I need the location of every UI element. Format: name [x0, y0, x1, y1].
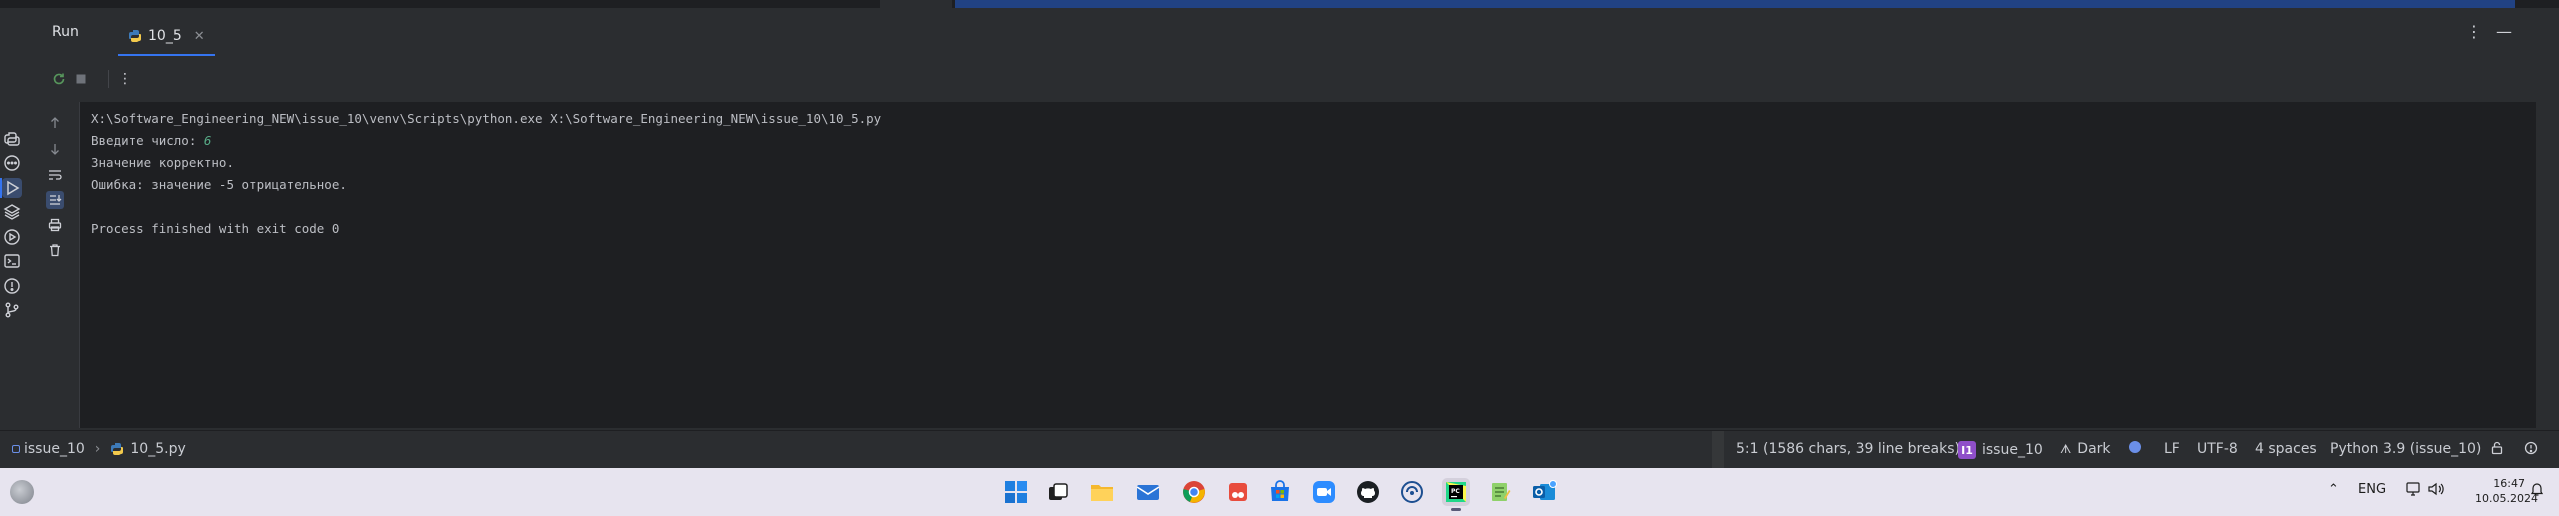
console-scrollbar[interactable] — [2520, 102, 2536, 428]
layers-icon[interactable] — [2, 202, 22, 222]
python-file-icon — [129, 30, 141, 42]
user-input-value: 6 — [203, 133, 212, 148]
python-packages-icon[interactable] — [2, 129, 22, 149]
theme-icon: ᗑ — [2060, 441, 2072, 456]
line-separator[interactable]: LF — [2164, 441, 2180, 457]
editor-gutter — [880, 0, 952, 8]
clock-date: 10.05.2024 — [2475, 492, 2538, 505]
breadcrumb-project[interactable]: issue_10 — [24, 441, 85, 457]
status-bar: issue_10 › 10_5.py 5:1 (1586 chars, 39 l… — [0, 430, 2559, 469]
indent-setting[interactable]: 4 spaces — [2255, 441, 2317, 457]
console-line: Process finished with exit code 0 — [91, 221, 340, 236]
notification-center-icon[interactable] — [2530, 482, 2544, 500]
services-icon[interactable] — [2, 227, 22, 247]
python-file-icon — [111, 443, 124, 455]
close-icon[interactable]: ✕ — [194, 29, 205, 44]
file-encoding[interactable]: UTF-8 — [2197, 441, 2238, 457]
display-icon[interactable] — [2406, 482, 2422, 500]
toolbar-more-icon[interactable]: ⋮ — [116, 70, 134, 88]
lock-icon[interactable] — [2490, 441, 2504, 455]
editor-peek — [0, 0, 2559, 8]
status-separator — [1712, 431, 1724, 469]
module-icon — [12, 445, 20, 453]
console-line: Значение корректно. — [91, 155, 234, 170]
caret-position[interactable]: 5:1 (1586 chars, 39 line breaks) — [1736, 441, 1960, 457]
volume-icon[interactable] — [2428, 482, 2444, 500]
github-icon[interactable] — [1354, 478, 1382, 506]
svg-text:PC: PC — [1451, 488, 1460, 495]
project-badge: I1 — [1958, 441, 1976, 459]
tray-overflow-icon[interactable]: ⌃ — [2328, 482, 2339, 497]
project-widget[interactable]: I1 issue_10 — [1958, 441, 2043, 459]
chevron-right-icon: › — [94, 441, 101, 457]
remote-app-icon[interactable] — [1398, 478, 1426, 506]
minimize-icon[interactable]: — — [2494, 22, 2514, 42]
input-language[interactable]: ENG — [2358, 482, 2386, 497]
more-tools-icon[interactable] — [2, 153, 22, 173]
git-icon[interactable] — [2, 300, 22, 320]
snipping-tool-icon[interactable] — [1224, 478, 1252, 506]
console-output[interactable]: X:\Software_Engineering_NEW\issue_10\ven… — [80, 102, 2520, 428]
ide-window: Run 10_5 ✕ ⋮ — ⋮ X:\Software_Engineering… — [0, 0, 2559, 469]
mail-icon[interactable] — [1134, 478, 1162, 506]
problems-icon[interactable] — [2, 276, 22, 296]
start-icon[interactable] — [1002, 478, 1030, 506]
os-taskbar: PC ⌃ ENG 16:47 10.05.2024 — [0, 468, 2559, 516]
outlook-icon[interactable] — [1530, 478, 1558, 506]
console-side-actions — [24, 102, 80, 428]
console-line: Ошибка: значение -5 отрицательное. — [91, 177, 347, 192]
tab-run-config[interactable]: 10_5 ✕ — [118, 16, 215, 56]
run-tool-window-header: Run 10_5 ✕ ⋮ — — [24, 8, 2559, 56]
theme-widget[interactable]: ᗑ Dark — [2060, 441, 2111, 457]
left-tool-bar — [0, 8, 24, 430]
arrow-up-icon[interactable] — [46, 114, 64, 132]
assistant-indicator[interactable] — [2129, 441, 2141, 453]
toolbar-divider — [108, 70, 109, 88]
tab-label: 10_5 — [148, 28, 182, 44]
rerun-icon[interactable] — [50, 70, 68, 88]
terminal-icon[interactable] — [2, 251, 22, 271]
arrow-down-icon[interactable] — [46, 140, 64, 158]
trash-icon[interactable] — [46, 241, 64, 259]
status-dot-icon — [2129, 441, 2141, 453]
project-name: issue_10 — [1982, 442, 2043, 458]
editor-selection — [955, 0, 2515, 8]
task-view-icon[interactable] — [1044, 478, 1072, 506]
console-line: X:\Software_Engineering_NEW\issue_10\ven… — [91, 111, 882, 126]
theme-name: Dark — [2077, 441, 2111, 457]
system-clock[interactable]: 16:47 10.05.2024 — [2475, 476, 2538, 506]
weather-icon[interactable] — [10, 480, 34, 504]
run-toolbar: ⋮ — [24, 56, 2559, 102]
tool-window-title: Run — [52, 24, 79, 40]
chrome-icon[interactable] — [1180, 478, 1208, 506]
breadcrumb: issue_10 › 10_5.py — [12, 441, 186, 457]
console-line: Введите число: 6 — [91, 133, 212, 148]
soft-wrap-icon[interactable] — [46, 166, 64, 184]
print-icon[interactable] — [46, 216, 64, 234]
stop-icon[interactable] — [72, 70, 90, 88]
clock-time: 16:47 — [2493, 477, 2525, 490]
run-tool-icon[interactable] — [0, 178, 22, 198]
notepad-icon[interactable] — [1486, 478, 1514, 506]
store-icon[interactable] — [1266, 478, 1294, 506]
scroll-to-end-icon[interactable] — [46, 191, 64, 209]
zoom-icon[interactable] — [1310, 478, 1338, 506]
pycharm-icon[interactable]: PC — [1442, 478, 1470, 511]
more-options-icon[interactable]: ⋮ — [2464, 22, 2484, 42]
python-interpreter[interactable]: Python 3.9 (issue_10) — [2330, 441, 2481, 457]
breadcrumb-file[interactable]: 10_5.py — [130, 441, 185, 457]
notifications-icon[interactable] — [2524, 441, 2538, 455]
file-explorer-icon[interactable] — [1088, 478, 1116, 506]
